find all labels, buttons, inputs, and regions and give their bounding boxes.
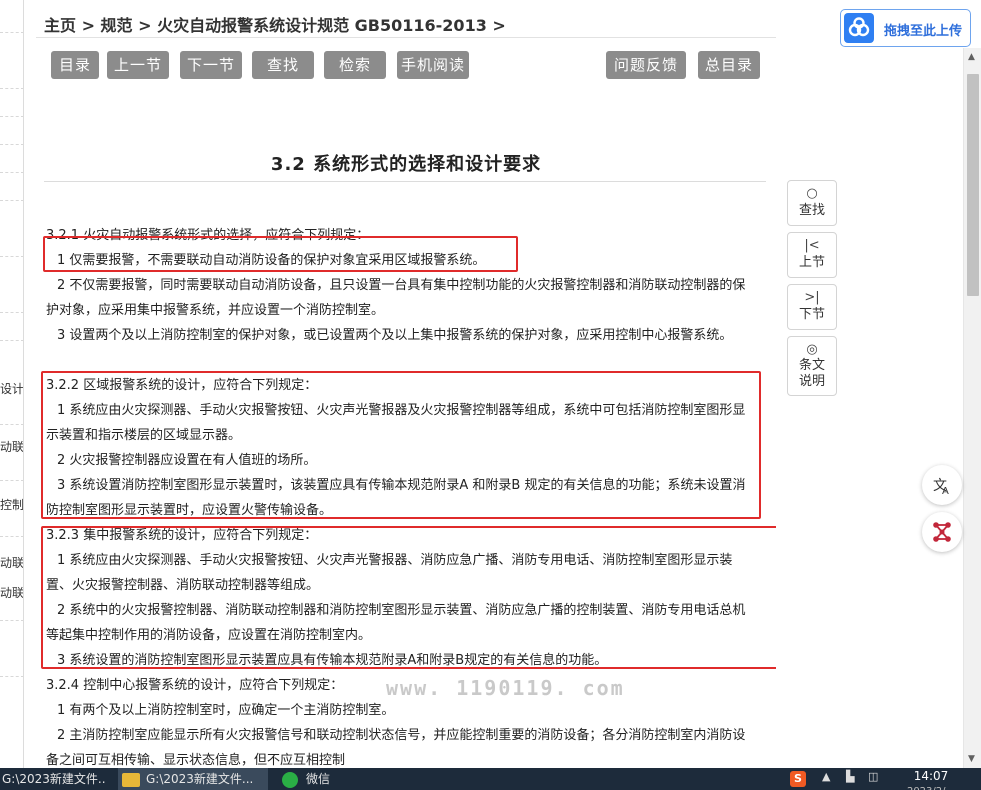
volume-tray-icon[interactable]: ◫ <box>868 770 878 783</box>
master-toc-button[interactable]: 总目录 <box>698 51 760 79</box>
clause-item: 3 设置两个及以上消防控制室的保护对象，或已设置两个及以上集中报警系统的保护对象… <box>57 328 733 343</box>
section-title: 3.2 系统形式的选择和设计要求 <box>270 154 542 175</box>
taskbar-item-explorer-active[interactable]: G:\2023新建文件... <box>118 768 268 790</box>
site-watermark: www. 1190119. com <box>386 676 625 700</box>
toc-button[interactable]: 目录 <box>51 51 99 79</box>
tray-expand-icon[interactable]: ▲ <box>822 770 830 783</box>
breadcrumb[interactable]: 主页 > 规范 > 火灾自动报警系统设计规范 GB50116-2013 > <box>44 12 506 36</box>
folder-icon <box>122 772 140 787</box>
clause-item: 2 不仅需要报警，同时需要联动自动消防设备，且只设置一台具有集中控制功能的火灾报… <box>46 278 746 318</box>
sidebar-item-fragment[interactable]: 动联 <box>0 438 23 455</box>
prev-tool-button[interactable]: |< 上节 <box>787 232 837 278</box>
explain-tool-button[interactable]: ◎ 条文说明 <box>787 336 837 396</box>
sidebar-item-fragment[interactable]: 设计 <box>0 380 23 397</box>
skip-prev-icon: |< <box>804 238 820 253</box>
scroll-down-icon[interactable]: ▼ <box>968 754 975 764</box>
sidebar-divider <box>0 480 23 481</box>
sidebar-item-fragment[interactable]: 动联 <box>0 584 23 601</box>
clock-date: 2023/2/... <box>906 784 956 790</box>
cloud-icon <box>844 13 874 43</box>
sidebar-divider <box>0 620 23 621</box>
prev-tool-label: 上节 <box>798 255 825 270</box>
taskbar-item-wechat[interactable]: 微信 <box>276 768 426 790</box>
next-section-button[interactable]: 下一节 <box>180 51 242 79</box>
sidebar-divider <box>0 144 23 145</box>
taskbar-item-explorer[interactable]: G:\2023新建文件... <box>0 768 106 790</box>
search-button[interactable]: 检索 <box>324 51 386 79</box>
sidebar-divider <box>0 116 23 117</box>
find-tool-label: 查找 <box>798 203 825 218</box>
wechat-icon <box>282 771 298 788</box>
section-divider <box>44 181 766 182</box>
sidebar-divider <box>0 676 23 677</box>
sidebar-divider <box>0 200 23 201</box>
taskbar-item-label: 微信 <box>306 772 331 786</box>
clock-time: 14:07 <box>913 769 949 783</box>
upload-label: 拖拽至此上传 <box>884 24 963 39</box>
vertical-scrollbar[interactable]: ▲ ▼ <box>963 48 981 768</box>
svg-text:A: A <box>942 486 949 497</box>
upload-button[interactable]: 拖拽至此上传 <box>840 9 971 47</box>
sidebar-divider <box>0 172 23 173</box>
magnifier-icon: ○ <box>806 186 818 201</box>
feedback-button[interactable]: 问题反馈 <box>606 51 686 79</box>
scrollbar-thumb[interactable] <box>967 74 979 296</box>
breadcrumb-divider <box>36 37 776 38</box>
find-button[interactable]: 查找 <box>252 51 314 79</box>
left-sidebar: 设计 动联 控制 动联 动联 <box>0 0 24 768</box>
clause-item: 2 主消防控制室应能显示所有火灾报警信号和联动控制状态信号，并应能控制重要的消防… <box>46 728 746 768</box>
clause-item: 1 有两个及以上消防控制室时，应确定一个主消防控制室。 <box>57 703 395 718</box>
scroll-up-icon[interactable]: ▲ <box>968 52 975 62</box>
prev-section-button[interactable]: 上一节 <box>107 51 169 79</box>
next-tool-label: 下节 <box>798 307 825 322</box>
sidebar-divider <box>0 340 23 341</box>
find-tool-button[interactable]: ○ 查找 <box>787 180 837 226</box>
next-tool-button[interactable]: >| 下节 <box>787 284 837 330</box>
sidebar-divider <box>0 424 23 425</box>
taskbar-clock[interactable]: 14:07 2023/2/... <box>906 768 956 790</box>
highlight-box <box>41 371 761 519</box>
mobile-reading-button[interactable]: 手机阅读 <box>397 51 469 79</box>
sogou-ime-icon[interactable]: S <box>790 771 806 787</box>
highlight-box <box>41 526 776 669</box>
sidebar-divider <box>0 256 23 257</box>
network-icon[interactable] <box>922 512 962 552</box>
taskbar-item-label: G:\2023新建文件... <box>2 772 106 786</box>
network-tray-icon[interactable]: ▙ <box>846 770 854 783</box>
sidebar-divider <box>0 536 23 537</box>
sidebar-divider <box>0 312 23 313</box>
skip-next-icon: >| <box>804 290 820 305</box>
sidebar-item-fragment[interactable]: 控制 <box>0 496 23 513</box>
sidebar-divider <box>0 32 23 33</box>
highlight-box <box>43 236 518 272</box>
sidebar-divider <box>0 88 23 89</box>
explain-tool-label: 条文说明 <box>798 358 825 389</box>
taskbar: G:\2023新建文件... G:\2023新建文件... 微信 S ▲ ▙ ◫… <box>0 768 981 790</box>
taskbar-item-label: G:\2023新建文件... <box>146 772 254 786</box>
translate-icon[interactable]: 文 A <box>922 465 962 505</box>
eye-icon: ◎ <box>806 342 818 357</box>
document-panel: 主页 > 规范 > 火灾自动报警系统设计规范 GB50116-2013 > 目录… <box>36 0 776 768</box>
sidebar-item-fragment[interactable]: 动联 <box>0 554 23 571</box>
